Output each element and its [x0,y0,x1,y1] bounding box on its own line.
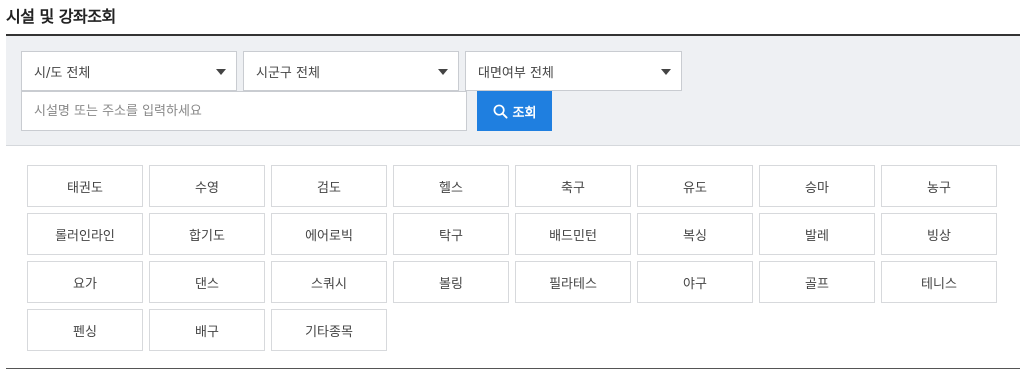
sport-button[interactable]: 스쿼시 [271,261,387,303]
dropdown-arrow-icon [661,69,671,75]
sport-button[interactable]: 빙상 [881,213,997,255]
bottom-divider [6,368,1020,369]
search-input[interactable] [21,91,467,131]
sido-select-value: 시/도 전체 [34,65,91,81]
sport-button[interactable]: 볼링 [393,261,509,303]
sport-button[interactable]: 승마 [759,165,875,207]
sport-button[interactable]: 유도 [637,165,753,207]
sport-button[interactable]: 합기도 [149,213,265,255]
sport-button[interactable]: 탁구 [393,213,509,255]
sport-button[interactable]: 펜싱 [27,309,143,351]
sport-button[interactable]: 검도 [271,165,387,207]
sport-button[interactable]: 배구 [149,309,265,351]
sport-button[interactable]: 댄스 [149,261,265,303]
page-title: 시설 및 강좌조회 [6,7,116,26]
sport-button[interactable]: 배드민턴 [515,213,631,255]
sport-button[interactable]: 발레 [759,213,875,255]
sport-category-grid: 태권도 수영 검도 헬스 축구 유도 승마 농구 롤러인라인 합기도 에어로빅 … [27,165,999,351]
dropdown-arrow-icon [438,69,448,75]
sido-select[interactable]: 시/도 전체 [21,51,237,91]
sport-button[interactable]: 헬스 [393,165,509,207]
sport-button[interactable]: 필라테스 [515,261,631,303]
sport-button[interactable]: 기타종목 [271,309,387,351]
sport-button[interactable]: 롤러인라인 [27,213,143,255]
sport-button[interactable]: 축구 [515,165,631,207]
search-button[interactable]: 조회 [477,91,552,131]
dropdown-arrow-icon [216,69,226,75]
sport-button[interactable]: 태권도 [27,165,143,207]
search-panel: 시/도 전체 시군구 전체 대면여부 전체 조회 [6,36,1020,146]
online-select-value: 대면여부 전체 [478,65,554,81]
search-icon [493,104,508,119]
sport-button[interactable]: 테니스 [881,261,997,303]
sport-button[interactable]: 에어로빅 [271,213,387,255]
sport-button[interactable]: 복싱 [637,213,753,255]
sport-button[interactable]: 요가 [27,261,143,303]
sigungu-select[interactable]: 시군구 전체 [243,51,459,91]
online-select[interactable]: 대면여부 전체 [465,51,682,91]
sport-button[interactable]: 야구 [637,261,753,303]
search-button-label: 조회 [512,105,537,121]
sport-button[interactable]: 골프 [759,261,875,303]
sport-button[interactable]: 수영 [149,165,265,207]
sigungu-select-value: 시군구 전체 [256,65,320,81]
sport-button[interactable]: 농구 [881,165,997,207]
